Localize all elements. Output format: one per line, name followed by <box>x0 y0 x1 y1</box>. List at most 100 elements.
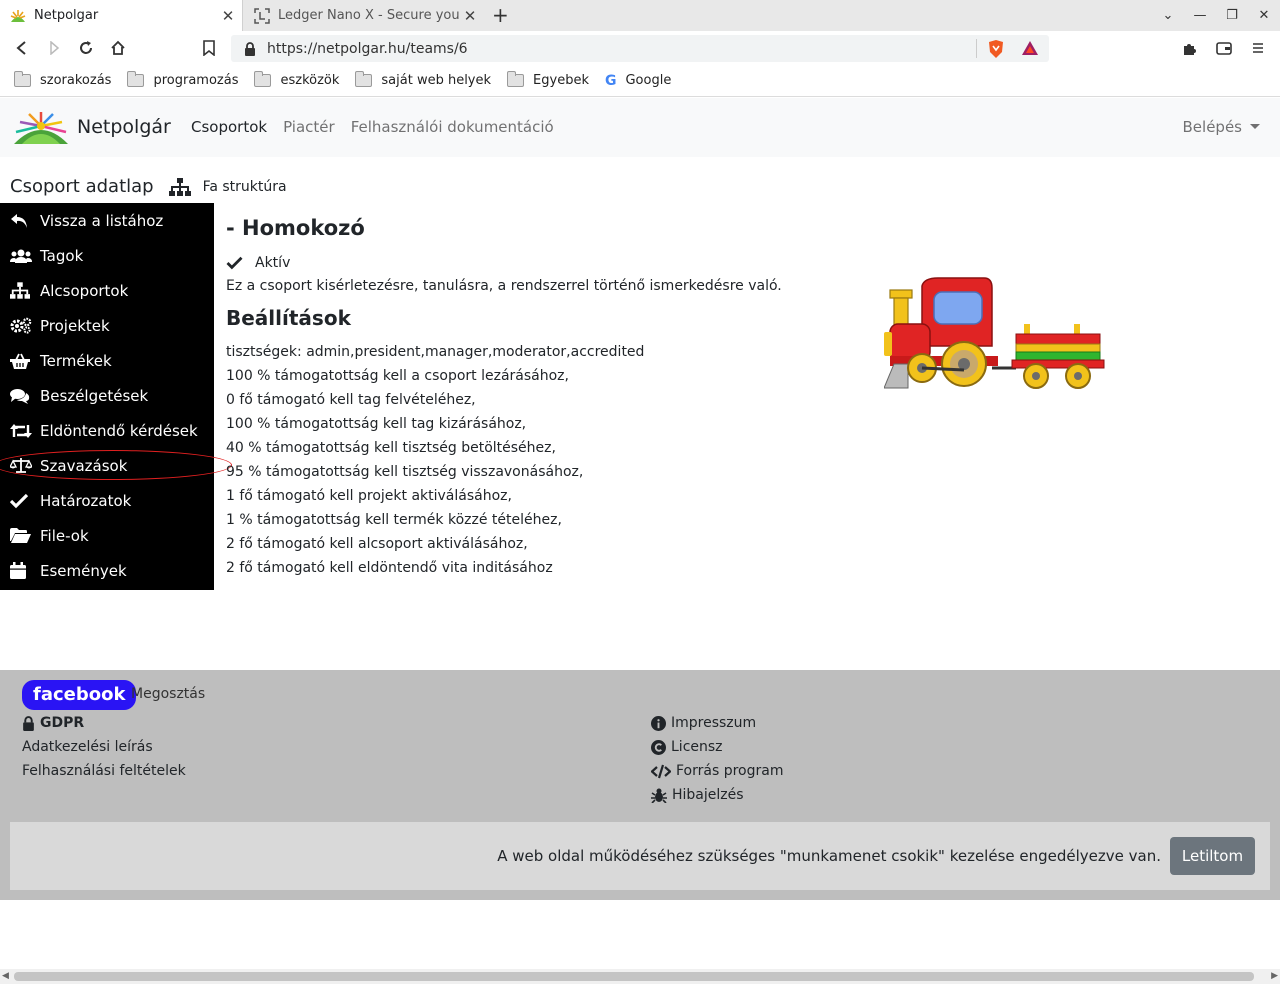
setting-item: 2 fő támogató kell alcsoport aktiválásáh… <box>226 536 528 552</box>
tab-ledger[interactable]: Ledger Nano X - Secure your crypto ✕ <box>244 0 484 31</box>
sitemap-icon[interactable] <box>168 177 191 196</box>
scrollbar-thumb[interactable] <box>14 972 1254 981</box>
sidebar-item-questions[interactable]: Eldöntendő kérdések <box>0 413 214 448</box>
setting-item: 1 fő támogató kell projekt aktiválásához… <box>226 488 512 504</box>
bug-report-link[interactable]: Hibajelzés <box>651 783 783 807</box>
bookmark-folder[interactable]: eszközök <box>254 71 339 88</box>
tab-title: Netpolgar <box>34 8 99 23</box>
bookmark-folder[interactable]: Egyebek <box>507 71 589 88</box>
footer: facebook Megosztás GDPR Adatkezelési leí… <box>0 670 1280 900</box>
caret-down-icon <box>1250 124 1260 129</box>
impressum-link[interactable]: Impresszum <box>651 711 783 735</box>
sidebar-item-label: Események <box>40 561 127 580</box>
close-window-icon[interactable]: ✕ <box>1248 8 1280 23</box>
scroll-right-icon[interactable]: ▶ <box>1271 971 1278 981</box>
sidebar-item-label: Termékek <box>40 351 112 370</box>
nav-user-docs[interactable]: Felhasználói dokumentáció <box>351 118 554 136</box>
sidebar-item-members[interactable]: Tagok <box>0 238 214 273</box>
sidebar-item-label: Határozatok <box>40 491 132 510</box>
sidebar-item-label: Projektek <box>40 316 110 335</box>
brave-rewards-icon[interactable] <box>1021 40 1039 56</box>
bookmark-folder[interactable]: programozás <box>127 71 238 88</box>
reply-icon <box>10 212 32 230</box>
ledger-favicon-icon <box>254 7 270 24</box>
license-link[interactable]: Licensz <box>651 735 783 759</box>
terms-link[interactable]: Felhasználási feltételek <box>22 759 186 783</box>
sidebar-item-decisions[interactable]: Határozatok <box>0 483 214 518</box>
tab-list-chevron-icon[interactable]: ⌄ <box>1152 8 1184 23</box>
comments-icon <box>10 387 32 405</box>
bookmark-label: szorakozás <box>40 73 112 88</box>
footer-left-links: GDPR Adatkezelési leírás Felhasználási f… <box>22 711 186 783</box>
address-bar[interactable]: https://netpolgar.hu/teams/6 <box>231 35 1049 62</box>
folder-icon <box>355 71 373 87</box>
share-label[interactable]: Megosztás <box>131 686 205 702</box>
settings-heading: Beállítások <box>226 306 351 330</box>
nav-marketplace[interactable]: Piactér <box>283 118 335 136</box>
sidebar-item-events[interactable]: Események <box>0 553 214 588</box>
bookmark-label: Google <box>625 73 672 88</box>
brave-shield-icon[interactable] <box>987 39 1005 59</box>
license-label: Licensz <box>671 739 723 755</box>
cookie-disable-button[interactable]: Letiltom <box>1170 837 1255 875</box>
scroll-left-icon[interactable]: ◀ <box>2 971 9 981</box>
wallet-icon[interactable] <box>1213 37 1235 59</box>
setting-item: 40 % támogatottság kell tisztség betölté… <box>226 440 556 456</box>
extensions-icon[interactable] <box>1179 37 1201 59</box>
brand[interactable]: Netpolgár <box>12 110 171 144</box>
minimize-icon[interactable]: — <box>1184 8 1216 23</box>
setting-item: 100 % támogatottság kell tag kizárásához… <box>226 416 527 432</box>
sidebar-item-products[interactable]: Termékek <box>0 343 214 378</box>
bookmark-folder[interactable]: saját web helyek <box>355 71 491 88</box>
status-line: Aktív <box>226 255 866 271</box>
sidebar-item-files[interactable]: File-ok <box>0 518 214 553</box>
login-dropdown[interactable]: Belépés <box>1183 118 1260 136</box>
new-tab-icon[interactable]: + <box>492 3 509 27</box>
source-code-label: Forrás program <box>676 763 784 779</box>
close-tab-icon[interactable]: ✕ <box>218 7 238 25</box>
bookmark-icon[interactable] <box>198 37 220 59</box>
setting-item: 95 % támogatottság kell tisztség visszav… <box>226 464 584 480</box>
facebook-share-button[interactable]: facebook <box>22 680 137 710</box>
reload-icon[interactable] <box>75 37 97 59</box>
home-icon[interactable] <box>107 37 129 59</box>
login-label: Belépés <box>1182 118 1242 136</box>
tab-title: Ledger Nano X - Secure your crypto <box>278 8 460 23</box>
sidebar-item-projects[interactable]: Projektek <box>0 308 214 343</box>
bookmark-label: Egyebek <box>533 73 589 88</box>
cookie-consent-bar: A web oldal működéséhez szükséges "munka… <box>10 822 1270 890</box>
cookie-message: A web oldal működéséhez szükséges "munka… <box>497 847 1161 865</box>
menu-icon[interactable] <box>1247 37 1269 59</box>
tree-structure-link[interactable]: Fa struktúra <box>203 179 287 195</box>
footer-right-links: Impresszum Licensz Forrás program Hibaje… <box>651 711 783 807</box>
code-icon <box>651 764 671 779</box>
setting-item: 2 fő támogató kell eldöntendő vita indit… <box>226 560 553 576</box>
sidebar-item-back[interactable]: Vissza a listához <box>0 203 214 238</box>
lock-icon <box>245 41 255 56</box>
sidebar-item-discussions[interactable]: Beszélgetések <box>0 378 214 413</box>
retweet-icon <box>10 422 32 440</box>
nav-groups[interactable]: Csoportok <box>191 118 267 136</box>
bookmark-folder[interactable]: szorakozás <box>14 71 112 88</box>
horizontal-scrollbar[interactable]: ◀ ▶ <box>0 969 1280 984</box>
bug-icon <box>651 787 667 803</box>
group-description: Ez a csoport kisérletezésre, tanulásra, … <box>226 278 782 294</box>
browser-toolbar: https://netpolgar.hu/teams/6 <box>0 31 1280 65</box>
privacy-policy-link[interactable]: Adatkezelési leírás <box>22 735 186 759</box>
group-details: - Homokozó Aktív Ez a csoport kisérletez… <box>226 213 866 580</box>
restore-icon[interactable]: ❐ <box>1216 8 1248 23</box>
tab-netpolgar[interactable]: Netpolgar ✕ <box>0 0 243 31</box>
bug-report-label: Hibajelzés <box>672 787 744 803</box>
highlight-annotation <box>0 450 232 480</box>
bookmark-google[interactable]: G Google <box>605 73 671 89</box>
address-separator <box>976 39 977 58</box>
source-code-link[interactable]: Forrás program <box>651 759 783 783</box>
users-icon <box>10 247 32 265</box>
group-title: - Homokozó <box>226 216 365 240</box>
toy-train-image <box>884 277 1105 389</box>
sidebar-item-subgroups[interactable]: Alcsoportok <box>0 273 214 308</box>
back-icon[interactable] <box>11 37 33 59</box>
setting-item: 100 % támogatottság kell a csoport lezár… <box>226 368 569 384</box>
forward-icon[interactable] <box>43 37 65 59</box>
close-tab-icon[interactable]: ✕ <box>460 7 480 25</box>
